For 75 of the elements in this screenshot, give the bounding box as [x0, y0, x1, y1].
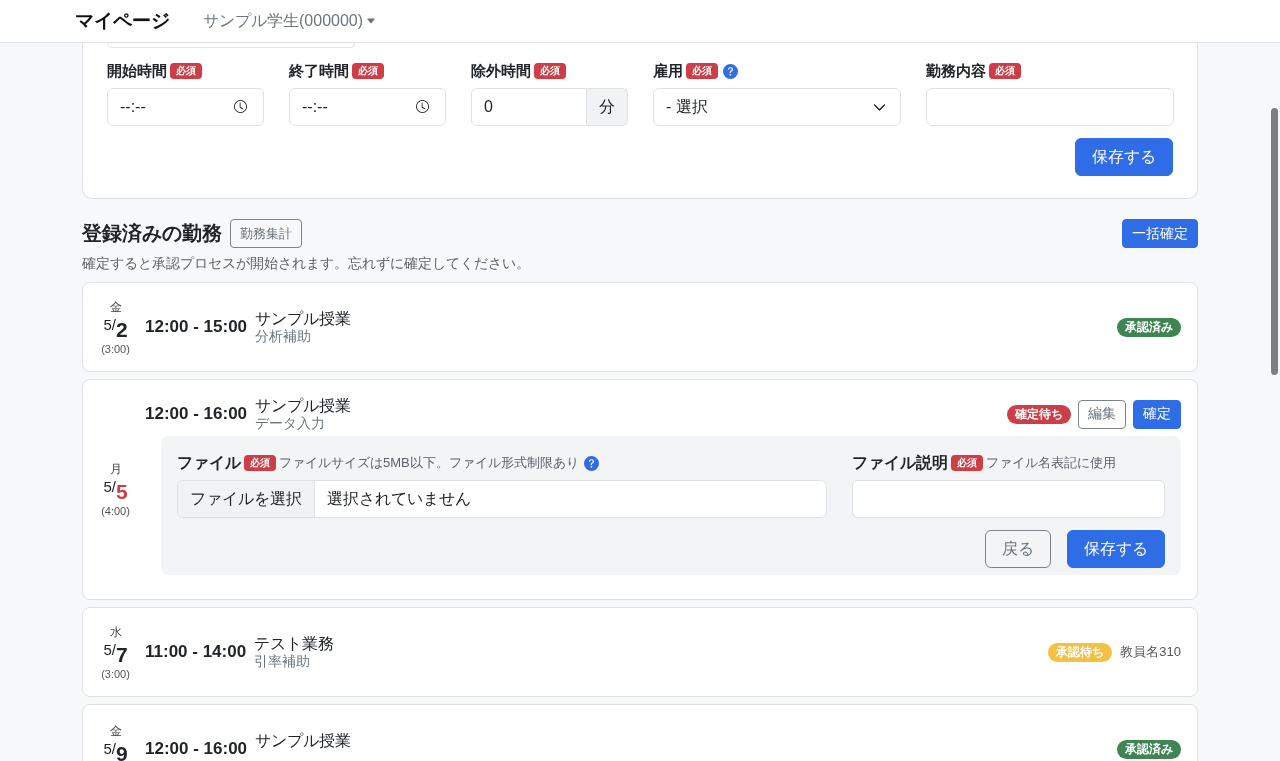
month-label: 5/: [103, 641, 116, 657]
required-badge: 必須: [244, 455, 276, 471]
summary-button[interactable]: 勤務集計: [230, 219, 302, 248]
section-title: 登録済みの勤務: [82, 221, 222, 246]
job-title: サンプル授業: [255, 397, 352, 415]
required-badge: 必須: [352, 63, 384, 79]
field-hint: ファイル名表記に使用: [986, 454, 1116, 472]
job-detail: 引率補助: [254, 653, 312, 669]
save-button[interactable]: 保存する: [1067, 530, 1165, 568]
field-label: 雇用: [653, 61, 683, 81]
select-field[interactable]: - 選択: [653, 88, 901, 126]
duration-label: (4:00): [101, 504, 130, 518]
duration-label: (3:00): [101, 341, 130, 356]
field-label: 除外時間: [471, 61, 531, 81]
scrollbar-thumb[interactable]: [1271, 108, 1278, 375]
status-badge: 承認済み: [1117, 317, 1181, 337]
job-detail: データ入力: [255, 415, 327, 431]
status-badge: 承認待ち: [1048, 642, 1113, 662]
user-menu[interactable]: サンプル学生(000000): [203, 10, 377, 32]
job-title: サンプル授業: [255, 732, 352, 750]
file-field[interactable]: ファイルを選択 選択されていません: [177, 480, 827, 518]
file-name-text: 選択されていません: [326, 488, 471, 509]
caret-icon: [366, 16, 377, 26]
time-input[interactable]: --:--: [289, 88, 446, 126]
back-button[interactable]: 戻る: [985, 530, 1051, 568]
status-badge: 承認済み: [1117, 739, 1181, 759]
description-input[interactable]: [852, 480, 1165, 518]
teacher-name: 教員名310: [1120, 643, 1181, 661]
save-button[interactable]: 保存する: [1075, 138, 1173, 176]
weekday-label: 金: [109, 723, 122, 739]
weekday-label: 金: [109, 298, 122, 315]
required-badge: 必須: [686, 63, 718, 79]
number-input[interactable]: 0: [471, 88, 587, 126]
required-badge: 必須: [534, 63, 566, 79]
input-field[interactable]: [107, 43, 355, 48]
time-range: 12:00 - 15:00: [145, 317, 248, 337]
edit-button[interactable]: 編集: [1078, 399, 1126, 429]
required-badge: 必須: [951, 455, 983, 471]
status-badge: 確定待ち: [1007, 404, 1071, 424]
duration-label: (3:00): [101, 666, 130, 681]
text-input[interactable]: [926, 88, 1174, 126]
choose-file-button[interactable]: ファイルを選択: [178, 481, 315, 517]
field-label: ファイル: [177, 452, 241, 473]
confirm-button[interactable]: 確定: [1133, 399, 1181, 429]
field-label: 勤務内容: [926, 61, 986, 81]
day-number: 5: [115, 481, 128, 502]
month-label: 5/: [103, 316, 116, 332]
section-note: 確定すると承認プロセスが開始されます。忘れずに確定してください。: [82, 255, 531, 273]
field-label: ファイル説明: [852, 452, 948, 473]
day-number: 9: [115, 743, 128, 761]
field-hint: ファイルサイズは5MB以下。ファイル形式制限あり: [279, 454, 579, 472]
day-number: 7: [115, 643, 128, 665]
time-range: 12:00 - 16:00: [145, 739, 248, 759]
clock-icon: [416, 100, 429, 113]
month-label: 5/: [103, 741, 116, 756]
day-number: 2: [115, 318, 128, 340]
time-range: 12:00 - 16:00: [145, 404, 248, 424]
unit-addon: 分: [587, 88, 628, 126]
bulk-confirm-button[interactable]: 一括確定: [1122, 219, 1198, 248]
help-icon[interactable]: [723, 63, 738, 79]
time-range: 11:00 - 14:00: [145, 642, 247, 662]
weekday-label: 月: [109, 461, 122, 477]
help-icon[interactable]: [583, 455, 599, 471]
job-detail: 分析補助: [255, 328, 313, 344]
month-label: 5/: [103, 479, 116, 494]
required-badge: 必須: [170, 63, 202, 79]
weekday-label: 水: [109, 623, 122, 640]
required-badge: 必須: [989, 63, 1021, 79]
time-input[interactable]: --:--: [107, 88, 264, 126]
job-title: テスト業務: [254, 635, 335, 653]
clock-icon: [234, 100, 247, 113]
job-title: サンプル授業: [255, 310, 352, 328]
page-title: マイページ: [75, 9, 170, 33]
field-label: 開始時間: [107, 61, 167, 81]
field-label: 終了時間: [289, 61, 349, 81]
